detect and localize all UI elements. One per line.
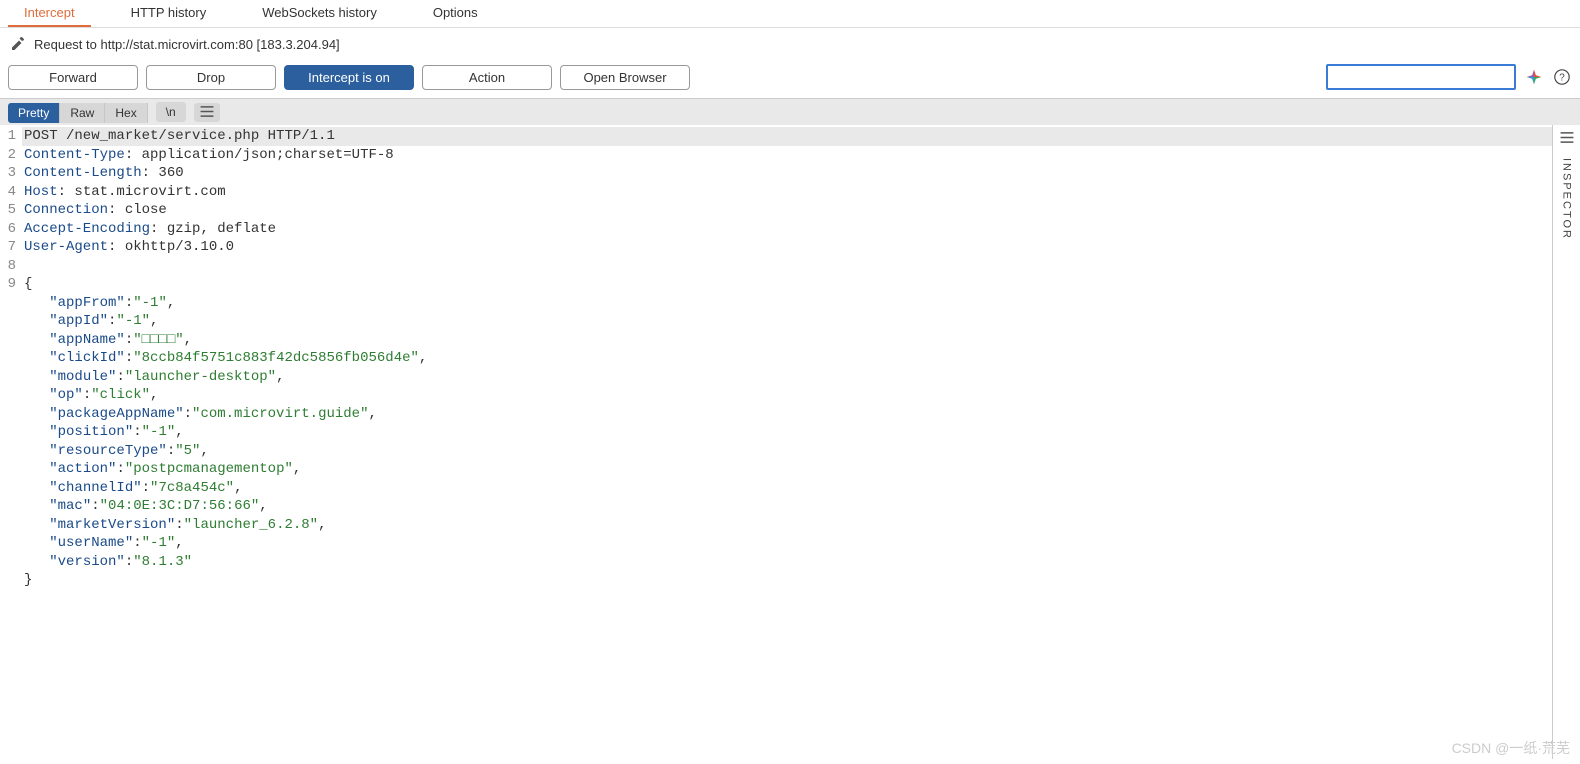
pencil-icon <box>10 36 26 52</box>
newline-toggle[interactable]: \n <box>156 102 186 122</box>
view-tab-pretty[interactable]: Pretty <box>8 103 60 123</box>
tab-websockets-history[interactable]: WebSockets history <box>246 0 393 27</box>
intercept-toggle-button[interactable]: Intercept is on <box>284 65 414 90</box>
view-tab-hex[interactable]: Hex <box>105 103 147 123</box>
line-gutter: 123456789 <box>0 125 22 759</box>
drop-button[interactable]: Drop <box>146 65 276 90</box>
view-menu-icon[interactable] <box>194 103 220 122</box>
main-area: 123456789 POST /new_market/service.php H… <box>0 125 1580 759</box>
code-content[interactable]: POST /new_market/service.php HTTP/1.1Con… <box>22 125 1552 759</box>
tab-http-history[interactable]: HTTP history <box>115 0 223 27</box>
request-editor[interactable]: 123456789 POST /new_market/service.php H… <box>0 125 1552 759</box>
tab-options[interactable]: Options <box>417 0 494 27</box>
inspector-sidebar: INSPECTOR <box>1552 125 1580 759</box>
view-tab-raw[interactable]: Raw <box>60 103 105 123</box>
sidebar-menu-icon[interactable] <box>1560 125 1574 152</box>
request-target-text: Request to http://stat.microvirt.com:80 … <box>34 37 340 52</box>
palette-icon[interactable] <box>1524 67 1544 87</box>
forward-button[interactable]: Forward <box>8 65 138 90</box>
action-toolbar: Forward Drop Intercept is on Action Open… <box>0 60 1580 99</box>
inspector-label[interactable]: INSPECTOR <box>1561 158 1573 240</box>
action-button[interactable]: Action <box>422 65 552 90</box>
open-browser-button[interactable]: Open Browser <box>560 65 690 90</box>
request-info-bar: Request to http://stat.microvirt.com:80 … <box>0 28 1580 60</box>
view-mode-bar: PrettyRawHex \n <box>0 99 1580 125</box>
top-tabs: Intercept HTTP history WebSockets history O… <box>0 0 1580 28</box>
svg-text:?: ? <box>1559 73 1565 84</box>
help-icon[interactable]: ? <box>1552 67 1572 87</box>
tab-intercept[interactable]: Intercept <box>8 0 91 27</box>
search-input[interactable] <box>1326 64 1516 90</box>
